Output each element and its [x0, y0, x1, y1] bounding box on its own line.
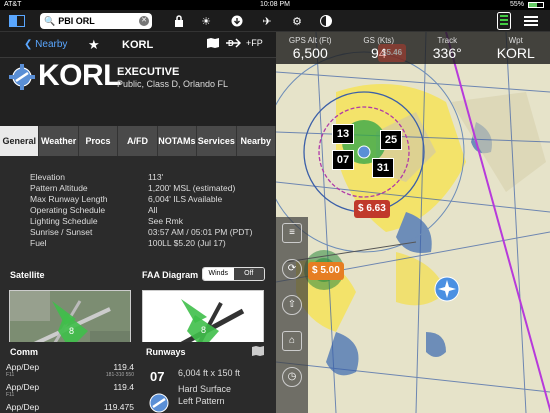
runway-label-13: 13 — [332, 124, 354, 144]
tab-weather[interactable]: Weather — [39, 126, 79, 156]
chevron-left-icon: ❮ — [24, 39, 36, 50]
tab-notams[interactable]: NOTAMs — [158, 126, 198, 156]
lock-icon[interactable] — [170, 12, 188, 30]
tab-afd[interactable]: A/FD — [118, 126, 158, 156]
airplane-icon[interactable]: ✈ — [258, 12, 276, 30]
runway-label-31: 31 — [372, 158, 394, 178]
airport-identifier: KORL — [38, 59, 122, 92]
fuel-price-badge[interactable]: $5.46 — [378, 44, 407, 62]
battery-percent: 55% — [509, 1, 524, 8]
satellite-marker-label: 8 — [69, 326, 74, 336]
winds-toggle[interactable]: Winds On Off — [202, 267, 265, 281]
runway-compass-icon — [149, 393, 169, 413]
direct-to-icon[interactable]: D — [225, 38, 242, 51]
runway-dimensions: 6,004 ft x 150 ft — [178, 368, 241, 378]
track-cell: Track 336° — [432, 36, 462, 61]
airport-name: EXECUTIVE — [117, 66, 180, 78]
clear-search-icon[interactable]: ✕ — [139, 16, 149, 26]
runway-surface: Hard Surface — [178, 384, 232, 394]
faa-marker-label: 8 — [201, 325, 206, 335]
tab-services[interactable]: Services — [197, 126, 237, 156]
download-icon[interactable] — [228, 12, 246, 30]
search-input[interactable]: PBI ORL — [58, 16, 95, 26]
runway-item[interactable]: 07 6,004 ft x 150 ft Hard Surface Left P… — [138, 360, 276, 413]
comm-label: Comm — [10, 347, 39, 357]
ownship-airplane-icon — [434, 276, 460, 302]
track-up-icon[interactable]: ⌂ — [282, 331, 302, 351]
winds-off-option[interactable]: Off — [233, 268, 264, 280]
map-icon[interactable] — [207, 38, 219, 51]
split-view-icon[interactable] — [6, 12, 28, 30]
faa-diagram-label: FAA Diagram — [142, 270, 199, 280]
north-up-icon[interactable]: ⇧ — [282, 295, 302, 315]
runways-label: Runways — [146, 347, 186, 357]
airport-symbol-icon — [9, 64, 35, 90]
runway-label-25: 25 — [380, 130, 402, 150]
night-mode-icon[interactable] — [317, 12, 335, 30]
comm-item[interactable]: App/Dep 119.475 — [6, 402, 134, 412]
airport-info-table: Elevation 113' Pattern Altitude 1,200' MSL… — [0, 156, 276, 261]
comm-item[interactable]: App/Dep 119.4 F11 181-310 550 — [6, 362, 134, 378]
runway-label-07: 07 — [332, 150, 354, 170]
settings-gear-icon[interactable]: ⚙ — [288, 12, 306, 30]
battery-icon — [528, 2, 544, 8]
fuel-price-badge[interactable]: $ 5.00 — [308, 262, 344, 280]
winds-on-option[interactable]: Winds On — [203, 268, 234, 280]
airport-nav-bar: ❮ Nearby ★ KORL D +FP — [0, 32, 276, 58]
rotate-map-icon[interactable]: ⟳ — [282, 259, 302, 279]
airport-subtitle: Public, Class D, Orlando FL — [117, 79, 229, 89]
brightness-icon[interactable]: ☀ — [197, 12, 215, 30]
map-sidebar: ≡ ⟳ ⇧ ⌂ ◷ — [276, 217, 308, 413]
search-field[interactable]: 🔍 PBI ORL ✕ — [40, 13, 152, 29]
runway-number: 07 — [150, 369, 165, 384]
runway-map-icon[interactable] — [252, 346, 264, 358]
favorite-star-icon[interactable]: ★ — [88, 37, 100, 53]
split-view-glyph — [9, 15, 25, 27]
gps-alt-cell: GPS Alt (Ft) 6,500 — [288, 36, 332, 61]
sectional-chart — [276, 32, 550, 413]
runway-pattern: Left Pattern — [178, 396, 225, 406]
svg-text:D: D — [228, 39, 234, 48]
waypoint-cell: Wpt KORL — [496, 36, 535, 61]
tab-procs[interactable]: Procs — [79, 126, 119, 156]
tab-general[interactable]: General — [0, 126, 40, 156]
satellite-label: Satellite — [10, 270, 45, 280]
search-icon: 🔍 — [44, 15, 56, 26]
device-status-icon[interactable] — [494, 12, 514, 30]
clock: 10:08 PM — [260, 1, 290, 8]
nav-airport-id: KORL — [122, 39, 154, 51]
instrument-strip: GPS Alt (Ft)6,500 GS (Kts)94 Track336° W… — [276, 32, 550, 64]
comm-section: Comm App/Dep 119.4 F11 181-310 550 App/Dep 1… — [0, 342, 138, 413]
status-bar: AT&T 10:08 PM 55% — [0, 0, 550, 10]
moving-map[interactable]: GPS Alt (Ft)6,500 GS (Kts)94 Track336° W… — [276, 32, 550, 413]
airport-info-pane: ❮ Nearby ★ KORL D +FP KORL EXECUTIVE Pub… — [0, 32, 276, 413]
layers-icon[interactable]: ≡ — [282, 223, 302, 243]
airport-tabs: General Weather Procs A/FD NOTAMs Servic… — [0, 126, 276, 156]
fuel-price-badge[interactable]: $ 6.63 — [354, 200, 390, 218]
timer-icon[interactable]: ◷ — [282, 367, 302, 387]
back-button[interactable]: ❮ Nearby — [24, 39, 67, 50]
menu-icon[interactable] — [520, 12, 542, 30]
comm-item[interactable]: App/Dep 119.4 F11 — [6, 382, 134, 398]
add-flight-plan-button[interactable]: +FP — [246, 38, 263, 48]
tab-nearby[interactable]: Nearby — [237, 126, 276, 156]
